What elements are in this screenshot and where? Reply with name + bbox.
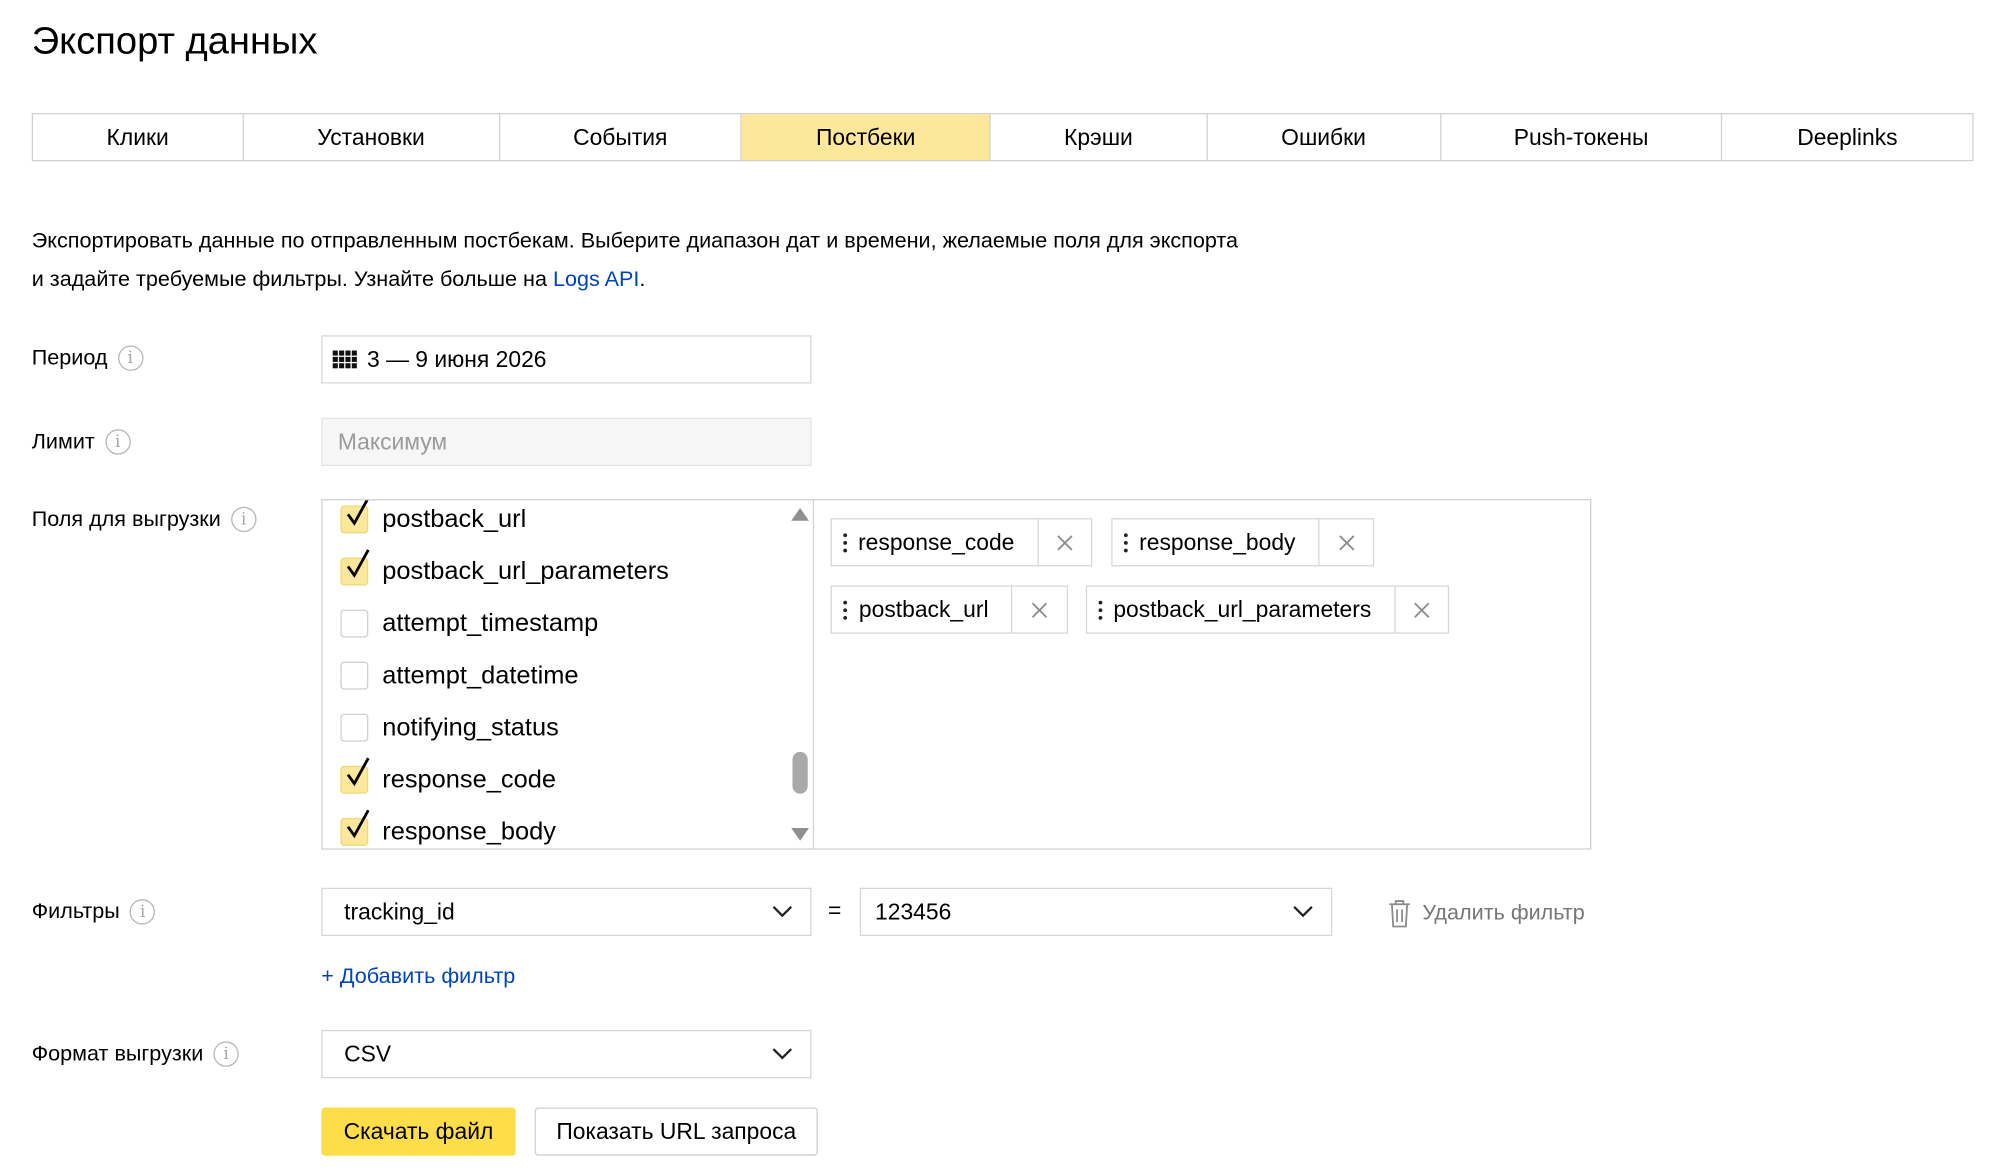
description: Экспортировать данные по отправленным по… xyxy=(32,222,1251,298)
filter-field-select[interactable]: tracking_id xyxy=(321,887,812,936)
remove-chip-icon[interactable] xyxy=(1011,586,1066,633)
fields-label-row: Поля для выгрузки i xyxy=(31,506,257,533)
drag-handle-icon[interactable] xyxy=(832,587,859,633)
fields-label: Поля для выгрузки xyxy=(31,506,221,531)
format-label: Формат выгрузки xyxy=(31,1041,204,1066)
field-option-attempt-timestamp[interactable]: attempt_timestamp xyxy=(340,605,598,643)
checkbox-checked[interactable] xyxy=(340,757,370,794)
scroll-up-arrow-icon[interactable] xyxy=(791,508,809,521)
page-title: Экспорт данных xyxy=(31,20,318,63)
selected-field-chip[interactable]: response_code xyxy=(830,518,1093,567)
field-option-notifying-status[interactable]: notifying_status xyxy=(340,709,559,747)
delete-filter-button[interactable]: Удалить фильтр xyxy=(1387,898,1585,928)
info-icon[interactable]: i xyxy=(230,506,257,533)
checkbox[interactable] xyxy=(340,713,369,742)
scrollbar-thumb[interactable] xyxy=(792,751,808,794)
checkbox-checked[interactable] xyxy=(340,809,370,846)
field-option-label: postback_url xyxy=(382,504,527,533)
limit-input[interactable] xyxy=(335,427,811,457)
field-option-label: response_code xyxy=(382,765,556,794)
fields-selector: postback_url postback_url_parameters att… xyxy=(321,499,1592,850)
field-option-label: attempt_timestamp xyxy=(382,608,599,637)
calendar-icon xyxy=(332,350,358,369)
delete-filter-label: Удалить фильтр xyxy=(1422,900,1585,925)
checkbox-checked[interactable] xyxy=(340,500,369,534)
format-select[interactable]: CSV xyxy=(321,1029,812,1079)
chevron-down-icon xyxy=(1293,905,1313,918)
tab-installs[interactable]: Установки xyxy=(244,114,500,161)
field-option-attempt-datetime[interactable]: attempt_datetime xyxy=(340,657,579,695)
period-value: 3 — 9 июня 2026 xyxy=(367,346,547,372)
field-option-label: attempt_datetime xyxy=(382,661,579,689)
fields-list: postback_url postback_url_parameters att… xyxy=(323,500,815,849)
selected-field-chip[interactable]: postback_url_parameters xyxy=(1085,585,1450,634)
tab-deeplinks[interactable]: Deeplinks xyxy=(1722,114,1972,160)
field-option-postback-url[interactable]: postback_url xyxy=(340,500,526,538)
remove-chip-icon[interactable] xyxy=(1037,519,1091,566)
filter-value: 123456 xyxy=(875,898,952,924)
period-label: Период xyxy=(31,345,108,370)
checkbox[interactable] xyxy=(340,661,369,690)
field-option-postback-url-parameters[interactable]: postback_url_parameters xyxy=(340,549,669,590)
drag-handle-icon[interactable] xyxy=(1087,587,1113,633)
period-label-row: Период i xyxy=(31,345,144,371)
filter-value-select[interactable]: 123456 xyxy=(859,887,1333,936)
filters-label: Фильтры xyxy=(31,899,120,924)
scroll-down-arrow-icon[interactable] xyxy=(791,828,809,841)
chevron-down-icon xyxy=(772,905,793,918)
info-icon[interactable]: i xyxy=(213,1041,239,1067)
format-label-row: Формат выгрузки i xyxy=(31,1041,239,1067)
info-icon[interactable]: i xyxy=(129,899,156,925)
tab-bar: Клики Установки События Постбеки Крэши О… xyxy=(31,113,1974,162)
logs-api-link[interactable]: Logs API xyxy=(553,267,639,291)
drag-handle-icon[interactable] xyxy=(1113,519,1140,565)
field-option-label: postback_url_parameters xyxy=(382,556,669,585)
field-option-label: notifying_status xyxy=(382,713,559,742)
info-icon[interactable]: i xyxy=(117,345,144,371)
tab-crashes[interactable]: Крэши xyxy=(991,114,1208,161)
limit-field xyxy=(321,417,812,467)
checkbox[interactable] xyxy=(340,609,369,638)
checkbox-checked[interactable] xyxy=(340,549,370,586)
tab-push-tokens[interactable]: Push-токены xyxy=(1441,114,1723,161)
export-page: Экспорт данных Клики Установки События П… xyxy=(0,0,1989,1171)
add-filter-link[interactable]: + Добавить фильтр xyxy=(321,964,515,989)
field-option-response-code[interactable]: response_code xyxy=(340,757,556,799)
chip-label: postback_url_parameters xyxy=(1113,596,1372,622)
description-suffix: . xyxy=(639,266,646,291)
remove-chip-icon[interactable] xyxy=(1394,586,1448,633)
filter-operator: = xyxy=(828,897,842,924)
field-option-label: response_body xyxy=(382,817,556,846)
tab-postbacks[interactable]: Постбеки xyxy=(742,114,991,161)
show-request-url-button[interactable]: Показать URL запроса xyxy=(534,1107,818,1156)
selected-field-chip[interactable]: response_body xyxy=(1111,518,1375,567)
tab-clicks[interactable]: Клики xyxy=(33,114,244,161)
drag-handle-icon[interactable] xyxy=(832,519,858,565)
format-value: CSV xyxy=(344,1040,392,1067)
chip-label: postback_url xyxy=(858,596,989,622)
tab-events[interactable]: События xyxy=(500,114,743,161)
limit-label: Лимит xyxy=(31,429,95,454)
filters-label-row: Фильтры i xyxy=(31,899,156,925)
download-file-button[interactable]: Скачать файл xyxy=(321,1107,516,1156)
trash-icon xyxy=(1389,900,1410,928)
period-picker[interactable]: 3 — 9 июня 2026 xyxy=(321,335,812,384)
tab-errors[interactable]: Ошибки xyxy=(1208,114,1441,161)
info-icon[interactable]: i xyxy=(104,429,131,455)
filter-field-value: tracking_id xyxy=(344,898,455,924)
field-option-response-body[interactable]: response_body xyxy=(340,809,556,849)
selected-field-chip[interactable]: postback_url xyxy=(830,585,1069,634)
chip-label: response_code xyxy=(858,528,1015,555)
remove-chip-icon[interactable] xyxy=(1318,519,1373,566)
chip-label: response_body xyxy=(1139,528,1296,555)
limit-label-row: Лимит i xyxy=(31,429,131,455)
chevron-down-icon xyxy=(772,1048,793,1060)
